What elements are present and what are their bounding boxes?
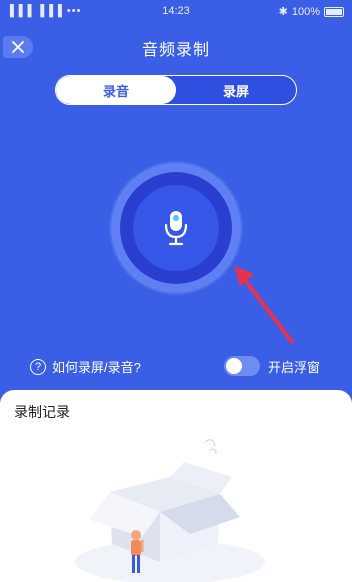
- float-window-label: 开启浮窗: [268, 359, 321, 375]
- help-label: 如何录屏/录音?: [52, 360, 141, 375]
- bluetooth-icon: ✱: [278, 6, 288, 18]
- battery-text: 100%: [291, 5, 320, 18]
- record-button[interactable]: [133, 185, 219, 271]
- question-icon: ?: [30, 358, 46, 375]
- battery-icon: [324, 6, 344, 17]
- page-title: 音频录制: [141, 42, 210, 59]
- records-panel: 录制记录: [0, 390, 352, 582]
- float-window-toggle[interactable]: [224, 356, 260, 376]
- microphone-icon: [164, 211, 188, 246]
- annotation-arrow-icon: [234, 266, 294, 344]
- float-window-setting: 开启浮窗: [224, 356, 320, 376]
- record-button-ring: [111, 163, 241, 293]
- empty-box-illustration: [75, 439, 265, 582]
- status-bar: ▐▐▐ ▐▐▐ ••• 14:23 ✱ 100%: [0, 0, 352, 24]
- tab-audio-record[interactable]: 录音: [56, 76, 176, 104]
- toggle-knob: [226, 358, 242, 374]
- status-right: ✱ 100%: [279, 5, 344, 18]
- records-title: 录制记录: [14, 404, 70, 420]
- record-button-inner-ring: [120, 172, 232, 284]
- help-link[interactable]: ? 如何录屏/录音?: [30, 357, 141, 376]
- mode-tabs: 录音 录屏: [55, 75, 297, 105]
- tab-screen-record[interactable]: 录屏: [176, 76, 296, 104]
